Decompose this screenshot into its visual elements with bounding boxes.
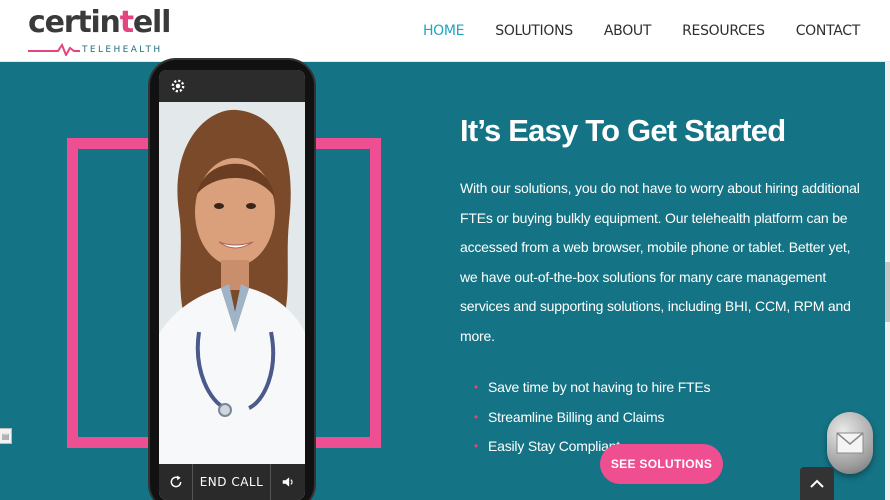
chevron-up-icon: [810, 479, 824, 488]
video-call-topbar: [159, 70, 305, 102]
page-scrollbar[interactable]: [885, 62, 890, 500]
rotate-camera-icon: [170, 475, 181, 488]
nav-contact[interactable]: CONTACT: [796, 23, 861, 39]
scroll-to-top-button[interactable]: [800, 467, 834, 500]
nav-home[interactable]: HOME: [423, 23, 465, 39]
end-call-button[interactable]: END CALL: [193, 464, 271, 500]
hero-description: With our solutions, you do not have to w…: [460, 180, 860, 344]
mail-icon: [836, 432, 864, 454]
gear-icon: [171, 79, 185, 93]
rotate-camera-button[interactable]: [159, 464, 193, 500]
benefit-item: Save time by not having to hire FTEs: [474, 373, 870, 403]
nav-about[interactable]: ABOUT: [604, 23, 652, 39]
doctor-video-image: [159, 102, 305, 464]
scrollbar-thumb[interactable]: [885, 262, 890, 322]
benefit-item: Streamline Billing and Claims: [474, 403, 870, 433]
brand-logo[interactable]: certintell TELEHEALTH: [28, 6, 171, 58]
volume-button[interactable]: [271, 464, 305, 500]
hero-title: It’s Easy To Get Started: [460, 113, 786, 148]
chat-widget-button[interactable]: [827, 412, 873, 474]
see-solutions-button[interactable]: SEE SOLUTIONS: [600, 444, 723, 484]
logo-tagline: TELEHEALTH: [82, 45, 163, 55]
logo-wordmark: certintell: [28, 5, 171, 40]
main-nav: HOME SOLUTIONS ABOUT RESOURCES CONTACT: [423, 0, 860, 62]
nav-solutions[interactable]: SOLUTIONS: [495, 23, 573, 39]
speaker-icon: [282, 477, 293, 487]
call-controls: END CALL: [159, 464, 305, 500]
phone-mockup: END CALL: [150, 60, 314, 500]
site-header: certintell TELEHEALTH HOME SOLUTIONS ABO…: [0, 0, 890, 62]
hero-content: It’s Easy To Get Started With our soluti…: [460, 112, 870, 462]
phone-screen: END CALL: [159, 70, 305, 500]
nav-resources[interactable]: RESOURCES: [682, 23, 765, 39]
side-panel-tab[interactable]: ▤: [0, 428, 12, 444]
